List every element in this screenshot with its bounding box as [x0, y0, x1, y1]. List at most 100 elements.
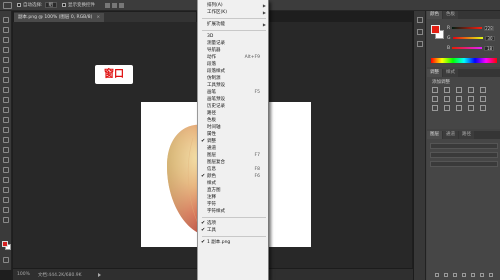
menu-item-panel-23[interactable]: 注释	[198, 194, 270, 201]
adjustment-layer-icon[interactable]	[462, 273, 466, 277]
green-channel-value[interactable]: 30	[484, 35, 495, 41]
menu-item-panel-7[interactable]: 工具预设	[198, 82, 270, 89]
crop-tool-icon[interactable]	[3, 57, 9, 63]
gradient-map-icon[interactable]	[468, 105, 474, 111]
auto-select-checkbox[interactable]	[17, 3, 21, 7]
menu-item-panel-20[interactable]: 颜色 ✔ F6	[198, 173, 270, 180]
blend-mode-row[interactable]	[430, 152, 498, 158]
marquee-tool-icon[interactable]	[3, 27, 9, 33]
tab-styles[interactable]: 样式	[443, 69, 458, 77]
quick-select-tool-icon[interactable]	[3, 47, 9, 53]
menu-item-panel-4[interactable]: 段落	[198, 61, 270, 68]
tab-channels[interactable]: 通道	[443, 131, 458, 139]
healing-brush-tool-icon[interactable]	[3, 77, 9, 83]
menu-item-panel-16[interactable]: 通道	[198, 145, 270, 152]
menu-item-top-1[interactable]: 工作区(K) ▶	[198, 9, 270, 16]
auto-select-dropdown[interactable]: 组	[44, 2, 58, 8]
brightness-icon[interactable]	[432, 87, 438, 93]
menu-item-panel-21[interactable]: 样式	[198, 180, 270, 187]
levels-icon[interactable]	[444, 87, 450, 93]
menu-item-top-0[interactable]: 排列(A) ▶	[198, 2, 270, 9]
blue-channel-value[interactable]: 18	[484, 45, 495, 51]
menu-item-open-document[interactable]: 1 副本.png ✔	[198, 239, 270, 246]
menu-item-bottom-0[interactable]: 选项 ✔	[198, 220, 270, 227]
zoom-level[interactable]: 100%	[17, 272, 30, 277]
path-select-tool-icon[interactable]	[3, 177, 9, 183]
history-brush-tool-icon[interactable]	[3, 107, 9, 113]
hue-saturation-icon[interactable]	[432, 96, 438, 102]
link-icon[interactable]	[435, 273, 439, 277]
menu-item-panel-10[interactable]: 历史记录	[198, 103, 270, 110]
properties-panel-icon[interactable]	[417, 29, 423, 35]
menu-item-panel-12[interactable]: 色板	[198, 117, 270, 124]
menu-item-panel-17[interactable]: 图层 F7	[198, 152, 270, 159]
menu-item-panel-9[interactable]: 画笔预设	[198, 96, 270, 103]
lock-row[interactable]	[430, 161, 498, 167]
folder-icon[interactable]	[471, 273, 475, 277]
clone-stamp-tool-icon[interactable]	[3, 97, 9, 103]
status-menu-arrow-icon[interactable]	[97, 272, 102, 277]
tab-layers[interactable]: 图层	[427, 131, 442, 139]
black-white-icon[interactable]	[456, 96, 462, 102]
shape-tool-icon[interactable]	[3, 187, 9, 193]
panel-foreground-swatch[interactable]	[431, 25, 440, 34]
menu-item-panel-22[interactable]: 直方图	[198, 187, 270, 194]
menu-item-panel-3[interactable]: 动作 Alt+F9	[198, 54, 270, 61]
zoom-tool-icon[interactable]	[3, 207, 9, 213]
tab-paths[interactable]: 路径	[459, 131, 474, 139]
tab-adjustments[interactable]: 调整	[427, 69, 442, 77]
document-tab[interactable]: 副本.png @ 100% (图层 0, RGB/8) ×	[14, 13, 105, 22]
foreground-color-swatch[interactable]	[2, 241, 8, 247]
color-spectrum-bar[interactable]	[431, 58, 497, 63]
dodge-tool-icon[interactable]	[3, 147, 9, 153]
vibrance-icon[interactable]	[480, 87, 486, 93]
channel-mixer-icon[interactable]	[480, 96, 486, 102]
pen-tool-icon[interactable]	[3, 157, 9, 163]
type-tool-icon[interactable]	[3, 167, 9, 173]
hand-tool-icon[interactable]	[3, 197, 9, 203]
move-tool-icon[interactable]	[3, 1, 12, 9]
menu-item-panel-25[interactable]: 字符样式	[198, 208, 270, 215]
exposure-icon[interactable]	[468, 87, 474, 93]
brush-tool-icon[interactable]	[3, 87, 9, 93]
red-channel-value[interactable]: 228	[484, 25, 495, 31]
eyedropper-tool-icon[interactable]	[3, 67, 9, 73]
mask-icon[interactable]	[453, 273, 457, 277]
blue-channel-slider[interactable]	[452, 47, 483, 49]
posterize-icon[interactable]	[444, 105, 450, 111]
menu-item-panel-24[interactable]: 字符	[198, 201, 270, 208]
blur-tool-icon[interactable]	[3, 137, 9, 143]
gradient-tool-icon[interactable]	[3, 127, 9, 133]
curves-icon[interactable]	[456, 87, 462, 93]
show-transform-checkbox[interactable]	[62, 3, 67, 7]
align-middle-icon[interactable]	[112, 2, 118, 8]
menu-item-panel-2[interactable]: 导航器	[198, 47, 270, 54]
tab-swatches[interactable]: 色板	[443, 11, 458, 19]
red-channel-slider[interactable]	[452, 27, 483, 29]
align-top-icon[interactable]	[105, 2, 111, 8]
color-balance-icon[interactable]	[444, 96, 450, 102]
photo-filter-icon[interactable]	[468, 96, 474, 102]
align-bottom-icon[interactable]	[119, 2, 125, 8]
history-panel-icon[interactable]	[417, 17, 423, 23]
trash-icon[interactable]	[489, 273, 493, 277]
more-tools-icon[interactable]	[3, 217, 9, 223]
menu-item-panel-15[interactable]: 调整 ✔	[198, 138, 270, 145]
green-channel-slider[interactable]	[452, 37, 483, 39]
menu-item-extensions[interactable]: 扩展功能 ▶	[198, 21, 270, 28]
menu-item-panel-11[interactable]: 路径	[198, 110, 270, 117]
menu-item-panel-14[interactable]: 属性	[198, 131, 270, 138]
quick-mask-icon[interactable]	[3, 257, 9, 263]
menu-item-panel-13[interactable]: 时间轴	[198, 124, 270, 131]
fx-icon[interactable]	[444, 273, 448, 277]
menu-item-panel-0[interactable]: 3D	[198, 33, 270, 40]
menu-item-bottom-1[interactable]: 工具 ✔	[198, 227, 270, 234]
layer-filter-row[interactable]	[430, 143, 498, 149]
menu-item-panel-6[interactable]: 仿制源	[198, 75, 270, 82]
eraser-tool-icon[interactable]	[3, 117, 9, 123]
info-panel-icon[interactable]	[417, 41, 423, 47]
invert-icon[interactable]	[432, 105, 438, 111]
menu-item-panel-8[interactable]: 画笔 F5	[198, 89, 270, 96]
new-layer-icon[interactable]	[480, 273, 484, 277]
selective-color-icon[interactable]	[480, 105, 486, 111]
